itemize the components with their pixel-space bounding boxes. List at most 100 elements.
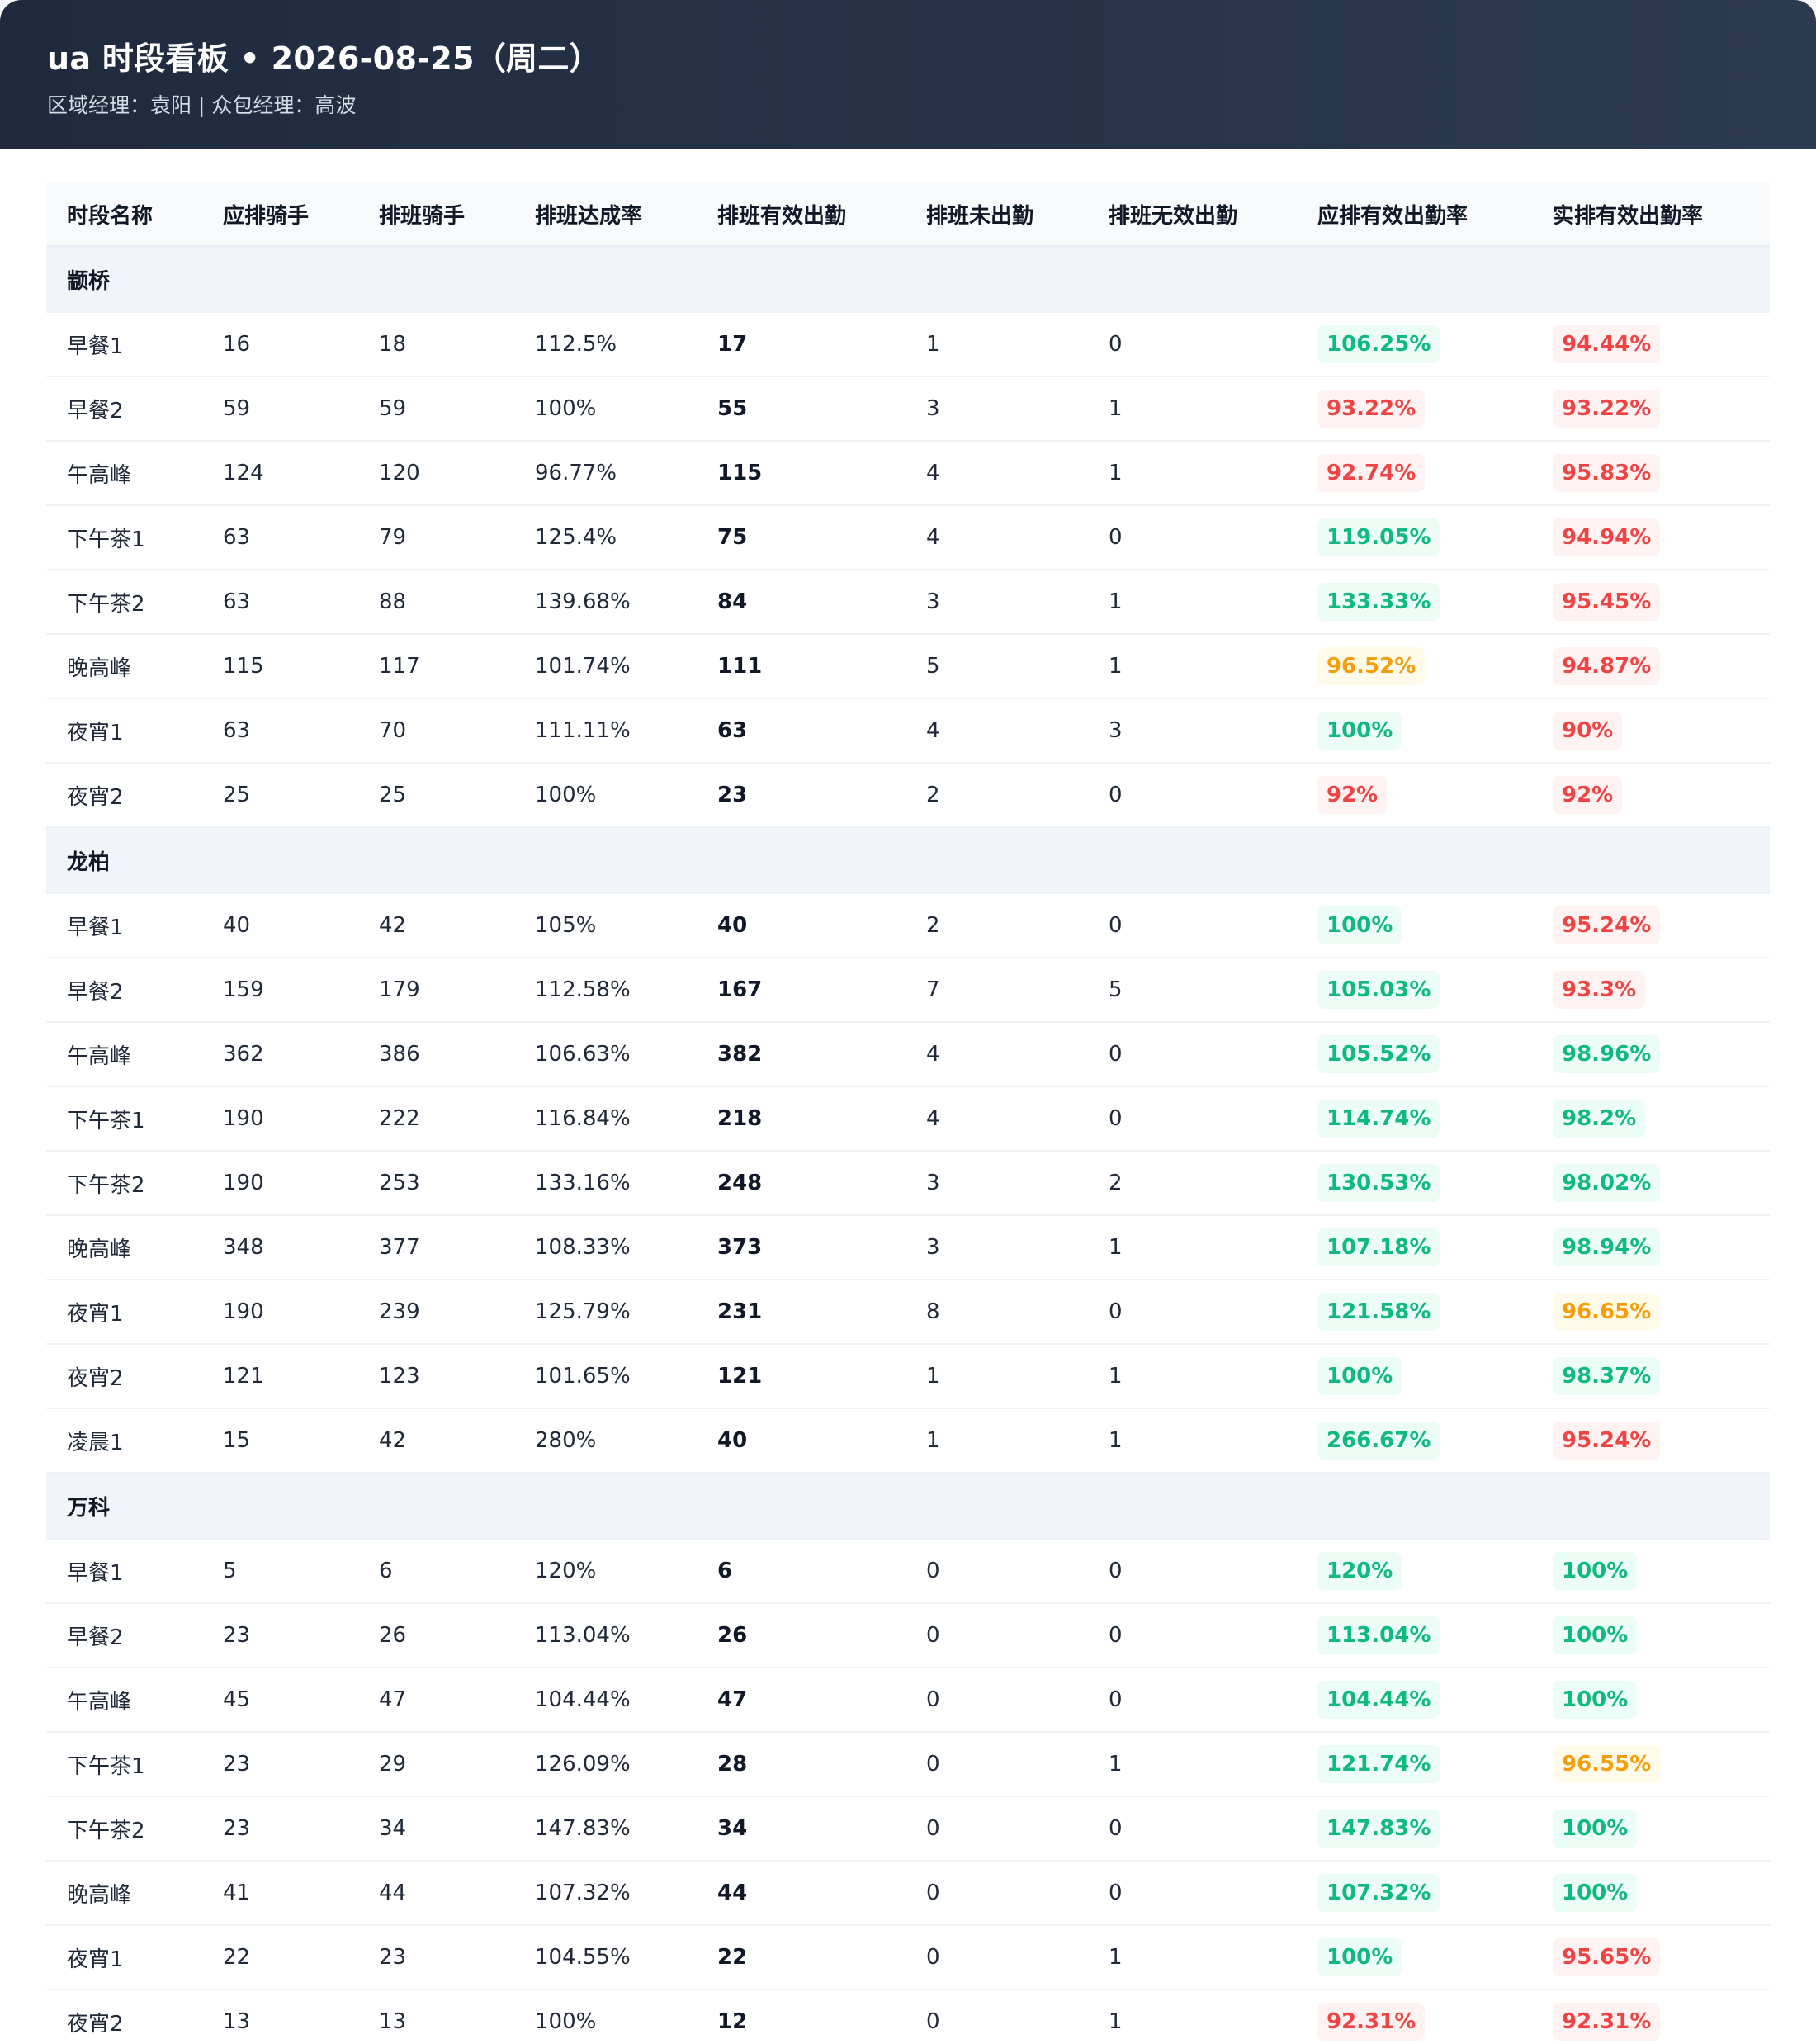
actual-rate-cell: 98.02% (1532, 1151, 1770, 1216)
invalid-attendance-cell: 0 (1088, 505, 1297, 570)
required-rate-cell: 92% (1297, 763, 1532, 828)
slot-name-cell: 下午茶2 (46, 1796, 202, 1862)
column-header-absent: 排班未出勤 (906, 182, 1088, 247)
required-riders-cell: 41 (202, 1861, 358, 1926)
table-row: 午高峰 45 47 104.44% 47 0 0 104.44% 100% (46, 1668, 1770, 1733)
actual-rate-cell: 95.45% (1532, 570, 1770, 635)
required-riders-cell: 362 (202, 1022, 358, 1087)
slot-name-cell: 下午茶2 (46, 1151, 202, 1216)
required-riders-cell: 40 (202, 893, 358, 958)
actual-rate-badge: 100% (1553, 1616, 1638, 1654)
required-rate-badge: 133.33% (1317, 583, 1440, 621)
absent-cell: 0 (906, 1861, 1088, 1926)
slot-name-cell: 夜宵1 (46, 1280, 202, 1345)
invalid-attendance-cell: 1 (1088, 570, 1297, 635)
valid-attendance-cell: 26 (697, 1603, 906, 1668)
manager-info: 区域经理：袁阳 | 众包经理：高波 (47, 93, 357, 117)
required-rate-badge: 147.83% (1317, 1810, 1440, 1848)
required-rate-badge: 92% (1317, 776, 1388, 814)
schedule-rate-cell: 101.65% (514, 1344, 697, 1409)
invalid-attendance-cell: 0 (1088, 312, 1297, 377)
table-row: 夜宵1 22 23 104.55% 22 0 1 100% 95.65% (46, 1925, 1770, 1990)
required-rate-cell: 119.05% (1297, 505, 1532, 570)
schedule-rate-cell: 100% (514, 1990, 697, 2044)
required-rate-badge: 92.74% (1317, 454, 1426, 492)
actual-rate-badge: 95.45% (1553, 583, 1661, 621)
column-header-invalid-attendance: 排班无效出勤 (1088, 182, 1297, 247)
slot-name-cell: 夜宵2 (46, 1990, 202, 2044)
table-row: 夜宵2 13 13 100% 12 0 1 92.31% 92.31% (46, 1990, 1770, 2044)
actual-rate-cell: 98.94% (1532, 1215, 1770, 1280)
actual-rate-cell: 92.31% (1532, 1990, 1770, 2044)
schedule-rate-cell: 101.74% (514, 634, 697, 699)
actual-rate-badge: 94.94% (1553, 518, 1661, 556)
schedule-rate-cell: 125.79% (514, 1280, 697, 1345)
table-row: 早餐2 159 179 112.58% 167 7 5 105.03% 93.3% (46, 958, 1770, 1023)
invalid-attendance-cell: 1 (1088, 376, 1297, 442)
valid-attendance-cell: 6 (697, 1539, 906, 1604)
valid-attendance-cell: 382 (697, 1022, 906, 1087)
table-row: 夜宵2 25 25 100% 23 2 0 92% 92% (46, 763, 1770, 828)
table-header-row: 时段名称 应排骑手 排班骑手 排班达成率 排班有效出勤 排班未出勤 排班无效出勤… (46, 182, 1770, 247)
slot-name-cell: 晚高峰 (46, 1861, 202, 1926)
invalid-attendance-cell: 0 (1088, 1539, 1297, 1604)
required-rate-badge: 114.74% (1317, 1100, 1440, 1138)
absent-cell: 2 (906, 763, 1088, 828)
scheduled-riders-cell: 88 (358, 570, 514, 635)
required-rate-cell: 266.67% (1297, 1408, 1532, 1474)
valid-attendance-cell: 121 (697, 1344, 906, 1409)
group-name: 颛桥 (46, 246, 1770, 313)
slot-name-cell: 早餐1 (46, 893, 202, 958)
required-rate-badge: 105.03% (1317, 971, 1440, 1009)
actual-rate-badge: 100% (1553, 1874, 1638, 1912)
absent-cell: 3 (906, 570, 1088, 635)
scheduled-riders-cell: 70 (358, 698, 514, 764)
actual-rate-badge: 100% (1553, 1810, 1638, 1848)
actual-rate-badge: 100% (1553, 1552, 1638, 1590)
required-rate-cell: 130.53% (1297, 1151, 1532, 1216)
required-riders-cell: 22 (202, 1925, 358, 1990)
actual-rate-cell: 100% (1532, 1796, 1770, 1862)
actual-rate-cell: 93.22% (1532, 376, 1770, 442)
table-row: 午高峰 124 120 96.77% 115 4 1 92.74% 95.83% (46, 441, 1770, 506)
schedule-rate-cell: 120% (514, 1539, 697, 1604)
dashboard-card: ua 时段看板 • 2026-08-25（周二） 区域经理：袁阳 | 众包经理：… (0, 0, 1816, 2044)
absent-cell: 1 (906, 1344, 1088, 1409)
absent-cell: 2 (906, 893, 1088, 958)
absent-cell: 1 (906, 1408, 1088, 1474)
required-rate-cell: 114.74% (1297, 1086, 1532, 1152)
valid-attendance-cell: 167 (697, 958, 906, 1023)
actual-rate-badge: 96.55% (1553, 1745, 1661, 1783)
slot-name-cell: 凌晨1 (46, 1408, 202, 1474)
scheduled-riders-cell: 13 (358, 1990, 514, 2044)
slot-name-cell: 午高峰 (46, 1668, 202, 1733)
valid-attendance-cell: 248 (697, 1151, 906, 1216)
actual-rate-badge: 98.94% (1553, 1228, 1661, 1266)
valid-attendance-cell: 17 (697, 312, 906, 377)
table-row: 下午茶1 63 79 125.4% 75 4 0 119.05% 94.94% (46, 505, 1770, 570)
schedule-rate-cell: 113.04% (514, 1603, 697, 1668)
column-header-scheduled-riders: 排班骑手 (358, 182, 514, 247)
valid-attendance-cell: 22 (697, 1925, 906, 1990)
slot-name-cell: 夜宵2 (46, 763, 202, 828)
absent-cell: 3 (906, 376, 1088, 442)
actual-rate-badge: 93.3% (1553, 971, 1646, 1009)
absent-cell: 0 (906, 1539, 1088, 1604)
required-riders-cell: 190 (202, 1151, 358, 1216)
actual-rate-badge: 100% (1553, 1681, 1638, 1719)
actual-rate-cell: 100% (1532, 1668, 1770, 1733)
actual-rate-cell: 95.24% (1532, 1408, 1770, 1474)
actual-rate-cell: 100% (1532, 1861, 1770, 1926)
invalid-attendance-cell: 1 (1088, 1215, 1297, 1280)
table-row: 午高峰 362 386 106.63% 382 4 0 105.52% 98.96% (46, 1022, 1770, 1087)
valid-attendance-cell: 55 (697, 376, 906, 442)
table-row: 下午茶1 190 222 116.84% 218 4 0 114.74% 98.2% (46, 1086, 1770, 1152)
valid-attendance-cell: 44 (697, 1861, 906, 1926)
required-rate-badge: 119.05% (1317, 518, 1440, 556)
absent-cell: 3 (906, 1151, 1088, 1216)
actual-rate-cell: 98.96% (1532, 1022, 1770, 1087)
table-row: 凌晨1 15 42 280% 40 1 1 266.67% 95.24% (46, 1408, 1770, 1474)
table-row: 晚高峰 348 377 108.33% 373 3 1 107.18% 98.94% (46, 1215, 1770, 1280)
invalid-attendance-cell: 0 (1088, 1796, 1297, 1862)
scheduled-riders-cell: 42 (358, 893, 514, 958)
